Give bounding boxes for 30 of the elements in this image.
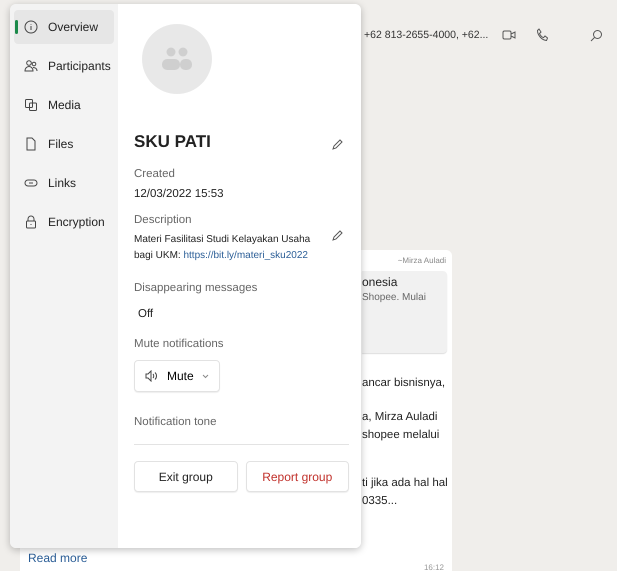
quoted-text: onesia <box>362 275 398 289</box>
description-text: Materi Fasilitasi Studi Kelayakan Usaha bagi UKM: https://bit.ly/materi_sku2022 <box>134 233 312 263</box>
sender-name: ~Mirza Auladi <box>396 255 447 265</box>
nav-tab[interactable]: Overview <box>14 10 114 44</box>
message-text: ti jika ada hal hal <box>362 477 449 489</box>
mute-label: Mute notifications <box>134 338 224 350</box>
created-label: Created <box>134 168 176 180</box>
quoted-text: Shopee. Mulai <box>362 292 427 303</box>
exit-group-button[interactable]: Exit group <box>134 461 238 492</box>
report-group-button[interactable]: Report group <box>246 461 349 492</box>
message-text: 0335... <box>362 495 398 507</box>
mute-dropdown[interactable]: Mute <box>134 360 220 392</box>
nav-tab[interactable]: Links <box>14 166 114 200</box>
disappearing-label: Disappearing messages <box>134 282 258 294</box>
message-time: 16:12 <box>424 563 444 571</box>
nav-tab[interactable]: Media <box>14 88 114 122</box>
created-date: 12/03/2022 15:53 <box>134 188 225 200</box>
group-name: SKU PATI <box>134 132 211 152</box>
description-link[interactable]: https://bit.ly/materi_sku2022 <box>183 250 308 261</box>
nav-tab[interactable]: Encryption <box>14 205 114 239</box>
nav-tab[interactable]: Files <box>14 127 114 161</box>
notification-tone-label: Notification tone <box>134 416 218 428</box>
message-text: shopee melalui <box>362 429 440 441</box>
message-text: ancar bisnisnya, <box>362 377 446 389</box>
nav-tab[interactable]: Participants <box>14 49 114 83</box>
message-text: a, Mirza Auladi <box>362 411 438 423</box>
description-label: Description <box>134 214 193 226</box>
participants-text: +62 813-2655-4000, +62... <box>364 29 488 41</box>
read-more-link[interactable]: Read more <box>28 551 88 571</box>
disappearing-value[interactable]: Off <box>138 308 349 320</box>
